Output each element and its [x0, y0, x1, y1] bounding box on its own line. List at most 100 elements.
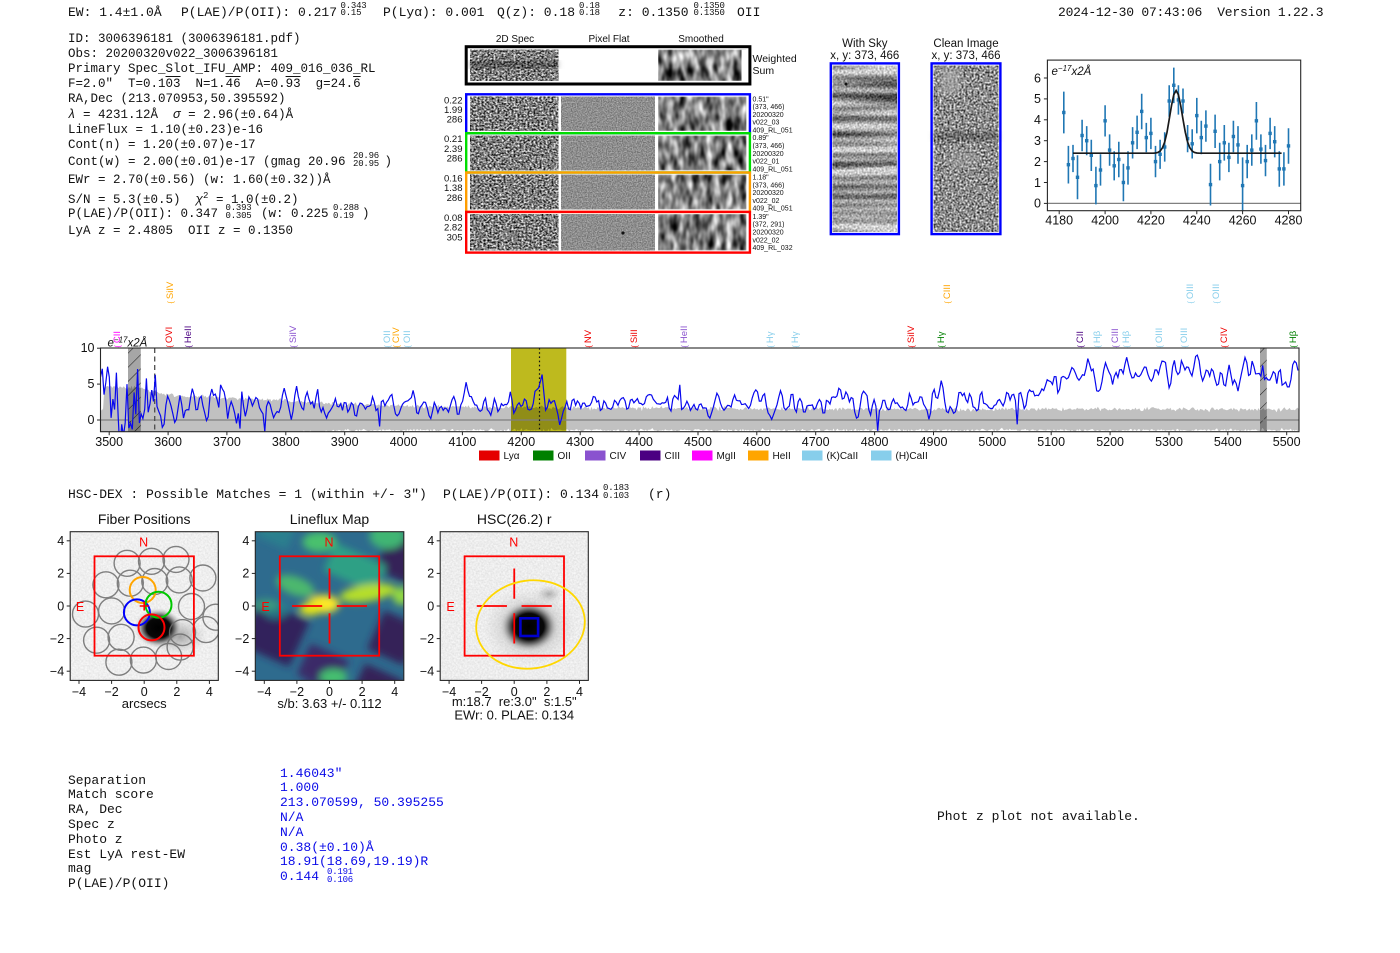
svg-text:305: 305 [447, 232, 463, 243]
svg-text:(372, 291): (372, 291) [753, 222, 785, 229]
svg-text:HeII: HeII [773, 451, 791, 462]
svg-text:409_RL_032: 409_RL_032 [753, 245, 793, 252]
svg-text:286: 286 [447, 115, 463, 126]
svg-text:0: 0 [1034, 197, 1041, 211]
svg-text:{ Hγ: { Hγ [790, 331, 801, 347]
svg-text:3800: 3800 [272, 435, 300, 449]
svg-text:409_RL_051: 409_RL_051 [753, 206, 793, 213]
svg-text:Fiber Positions: Fiber Positions [98, 511, 191, 527]
svg-text:2: 2 [242, 567, 249, 581]
svg-text:6: 6 [1034, 71, 1041, 85]
svg-text:−4: −4 [50, 665, 64, 679]
svg-text:4240: 4240 [1183, 214, 1211, 228]
svg-text:4: 4 [576, 685, 583, 699]
svg-text:286: 286 [447, 193, 463, 204]
svg-text:v022_02: v022_02 [753, 237, 780, 244]
svg-text:3: 3 [1034, 134, 1041, 148]
svg-text:5: 5 [1034, 92, 1041, 106]
svg-text:{ CIII: { CIII [1110, 328, 1121, 347]
svg-text:N: N [139, 536, 148, 550]
svg-text:4200: 4200 [1091, 214, 1119, 228]
svg-text:3900: 3900 [331, 435, 359, 449]
svg-text:{ CIII: { CIII [942, 284, 953, 303]
svg-text:{ SiII: { SiII [629, 329, 640, 347]
svg-text:x, y: 373, 466: x, y: 373, 466 [830, 50, 899, 62]
svg-text:4000: 4000 [390, 435, 418, 449]
svg-text:E: E [446, 600, 454, 614]
svg-text:2D Spec: 2D Spec [496, 34, 534, 45]
svg-text:4220: 4220 [1137, 214, 1165, 228]
svg-text:HSC(26.2) r: HSC(26.2) r [477, 511, 552, 527]
svg-text:4300: 4300 [566, 435, 594, 449]
svg-text:Smoothed: Smoothed [678, 34, 724, 45]
svg-text:0.89": 0.89" [753, 135, 770, 142]
svg-text:CIII: CIII [665, 451, 681, 462]
svg-text:MgII: MgII [717, 451, 736, 462]
svg-text:v022_03: v022_03 [753, 120, 780, 127]
svg-text:4500: 4500 [684, 435, 712, 449]
svg-text:{ Hβ: { Hβ [1288, 330, 1299, 347]
svg-text:−2: −2 [420, 632, 434, 646]
svg-text:−4: −4 [420, 665, 434, 679]
svg-text:{ CII: { CII [112, 331, 123, 348]
svg-text:4400: 4400 [625, 435, 653, 449]
svg-text:409_RL_051: 409_RL_051 [753, 128, 793, 135]
svg-text:(K)CaII: (K)CaII [827, 451, 859, 462]
svg-text:{ Hγ: { Hγ [936, 331, 947, 347]
svg-text:(H)CaII: (H)CaII [896, 451, 928, 462]
svg-text:20200320: 20200320 [753, 151, 784, 158]
svg-text:5400: 5400 [1214, 435, 1242, 449]
svg-text:0: 0 [242, 599, 249, 613]
svg-text:0.51": 0.51" [753, 96, 770, 103]
svg-text:e−17x2Å: e−17x2Å [1052, 64, 1092, 78]
svg-text:{ OIII: { OIII [1211, 284, 1222, 304]
svg-text:5: 5 [88, 377, 95, 391]
svg-text:{ OIII: { OIII [1185, 284, 1196, 304]
svg-text:N: N [509, 536, 518, 550]
svg-text:20200320: 20200320 [753, 230, 784, 237]
svg-text:{ Hγ: { Hγ [765, 331, 776, 347]
svg-text:4: 4 [242, 534, 249, 548]
svg-text:5300: 5300 [1155, 435, 1183, 449]
svg-text:4280: 4280 [1275, 214, 1303, 228]
svg-text:EWr: 0. PLAE: 0.134: EWr: 0. PLAE: 0.134 [454, 708, 574, 723]
svg-text:1.39": 1.39" [753, 214, 770, 221]
svg-text:20200320: 20200320 [753, 190, 784, 197]
svg-text:4: 4 [1034, 113, 1041, 127]
svg-text:{ OIII: { OIII [1154, 328, 1165, 348]
svg-text:2: 2 [1034, 155, 1041, 169]
svg-text:−2: −2 [50, 632, 64, 646]
svg-text:4200: 4200 [507, 435, 535, 449]
svg-text:0: 0 [427, 599, 434, 613]
svg-text:2: 2 [57, 567, 64, 581]
svg-text:{ HeII: { HeII [183, 326, 194, 348]
svg-text:4260: 4260 [1229, 214, 1257, 228]
svg-text:286: 286 [447, 154, 463, 165]
svg-text:{ CII: { CII [1075, 331, 1086, 348]
svg-text:4: 4 [427, 534, 434, 548]
svg-text:−4: −4 [72, 685, 86, 699]
svg-text:4: 4 [391, 685, 398, 699]
svg-text:s/b: 3.63 +/- 0.112: s/b: 3.63 +/- 0.112 [277, 696, 381, 711]
svg-text:10: 10 [81, 341, 95, 355]
svg-text:{ NV: { NV [583, 329, 594, 347]
svg-text:0: 0 [88, 413, 95, 427]
svg-text:−2: −2 [235, 632, 249, 646]
svg-text:{ OVI: { OVI [164, 327, 175, 348]
svg-text:{ SiIV: { SiIV [288, 325, 299, 348]
svg-text:x, y: 373, 466: x, y: 373, 466 [931, 50, 1000, 62]
svg-text:2: 2 [173, 685, 180, 699]
svg-text:−4: −4 [257, 685, 271, 699]
svg-text:4600: 4600 [743, 435, 771, 449]
svg-text:3700: 3700 [213, 435, 241, 449]
svg-text:20200320: 20200320 [753, 112, 784, 119]
svg-text:{ CIV: { CIV [391, 327, 402, 348]
svg-text:{ Hβ: { Hβ [1092, 330, 1103, 347]
svg-text:OII: OII [558, 451, 571, 462]
svg-text:Lyα: Lyα [504, 451, 520, 462]
svg-text:3600: 3600 [154, 435, 182, 449]
svg-text:(373, 466): (373, 466) [753, 104, 785, 111]
svg-text:0: 0 [57, 599, 64, 613]
svg-text:With Sky: With Sky [842, 38, 888, 50]
svg-text:(373, 466): (373, 466) [753, 143, 785, 150]
